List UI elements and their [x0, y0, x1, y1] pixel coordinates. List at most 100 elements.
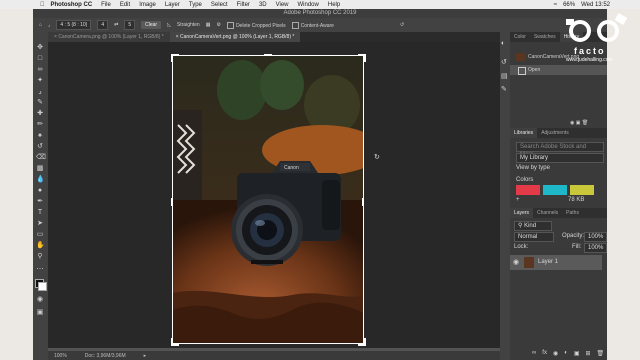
eyedropper-tool-icon[interactable]: ✎ [36, 99, 44, 107]
more-tools-icon[interactable]: ⋯ [36, 266, 44, 274]
fill-field[interactable]: 100% [584, 243, 608, 253]
crop-handle-bottom-right[interactable] [358, 338, 366, 346]
tab-layers[interactable]: Layers [510, 208, 534, 218]
color-swatch-cyan[interactable] [543, 185, 567, 195]
menu-image[interactable]: Image [139, 2, 156, 8]
camera-icon[interactable]: ▣ [576, 120, 581, 126]
opacity-field[interactable]: 100% [584, 232, 608, 242]
content-aware-checkbox[interactable]: Content-Aware [291, 21, 334, 29]
gradient-tool-icon[interactable]: ▩ [36, 165, 44, 173]
menu-window[interactable]: Window [298, 2, 319, 8]
history-brush-icon[interactable]: ↺ [36, 143, 44, 151]
crop-handle-top-right[interactable] [358, 54, 366, 62]
color-panel-icon[interactable]: ◐ [501, 40, 505, 47]
blend-mode-select[interactable]: Normal [514, 232, 554, 242]
color-swatch-red[interactable] [516, 185, 540, 195]
reset-icon[interactable]: ↺ [400, 22, 404, 28]
color-swatch-yellow[interactable] [570, 185, 594, 195]
overlay-icon[interactable]: ▦ [206, 22, 211, 28]
wifi-icon[interactable]: ≈ [554, 2, 557, 8]
menu-view[interactable]: View [276, 2, 289, 8]
link-icon[interactable]: ∞ [532, 350, 536, 358]
zoom-tool-icon[interactable]: ⚲ [36, 253, 44, 261]
apple-icon[interactable]:  [40, 2, 45, 8]
tab-channels[interactable]: Channels [533, 208, 562, 218]
pen-tool-icon[interactable]: ✒ [36, 198, 44, 206]
width-field[interactable]: 4 [97, 20, 109, 30]
folder-icon[interactable]: ▣ [574, 350, 580, 358]
crop-handle-top[interactable] [264, 54, 272, 56]
menu-file[interactable]: File [101, 2, 111, 8]
eraser-tool-icon[interactable]: ⌫ [36, 154, 46, 162]
view-by-select[interactable]: View by type [516, 164, 601, 172]
lasso-tool-icon[interactable]: ∞ [36, 66, 44, 74]
marquee-tool-icon[interactable]: □ [36, 55, 44, 63]
layer-filter-select[interactable]: ⚲ Kind [514, 221, 552, 231]
properties-panel-icon[interactable]: ▤ [501, 72, 508, 80]
delete-cropped-checkbox[interactable]: Delete Cropped Pixels [226, 21, 286, 29]
menu-3d[interactable]: 3D [259, 2, 267, 8]
hand-tool-icon[interactable]: ✋ [36, 242, 45, 250]
background-color[interactable] [38, 282, 47, 291]
crop-handle-bottom-left[interactable] [171, 338, 179, 346]
tab-adjustments[interactable]: Adjustments [537, 128, 573, 138]
history-panel-icon[interactable]: ↺ [501, 58, 507, 66]
layer-name[interactable]: Layer 1 [538, 259, 558, 265]
library-select[interactable]: My Library [516, 153, 604, 163]
tab-paths[interactable]: Paths [562, 208, 583, 218]
straighten-label[interactable]: Straighten [177, 22, 200, 28]
menu-type[interactable]: Type [189, 2, 202, 8]
blur-tool-icon[interactable]: 💧 [36, 176, 45, 184]
menu-help[interactable]: Help [328, 2, 340, 8]
new-layer-icon[interactable]: ⊞ [586, 350, 591, 358]
snapshot-icon[interactable]: ◉ [570, 120, 574, 126]
menu-select[interactable]: Select [211, 2, 228, 8]
crop-handle-right[interactable] [362, 198, 364, 206]
clear-button[interactable]: Clear [141, 21, 162, 29]
quick-mask-icon[interactable]: ◉ [36, 296, 44, 304]
crop-tool-icon[interactable]: ⌟ [48, 22, 50, 28]
home-icon[interactable]: ⌂ [39, 22, 42, 28]
tab-color[interactable]: Color [510, 32, 530, 42]
brush-panel-icon[interactable]: ✎ [501, 85, 507, 93]
trash-icon[interactable]: 🗑 [582, 120, 588, 126]
fx-icon[interactable]: fx [542, 350, 547, 358]
path-select-icon[interactable]: ➤ [36, 220, 44, 228]
mask-icon[interactable]: ◉ [553, 350, 558, 358]
clone-tool-icon[interactable]: ♠ [36, 132, 44, 140]
quick-select-tool-icon[interactable]: ✦ [36, 77, 44, 85]
crop-handle-top-left[interactable] [171, 54, 179, 62]
app-menu[interactable]: Photoshop CC [51, 2, 93, 8]
straighten-icon[interactable]: ◺ [167, 22, 171, 28]
height-field[interactable]: 5 [124, 20, 136, 30]
type-tool-icon[interactable]: T [36, 209, 44, 217]
menu-layer[interactable]: Layer [165, 2, 180, 8]
menu-filter[interactable]: Filter [237, 2, 250, 8]
brush-tool-icon[interactable]: ✏ [36, 121, 44, 129]
library-search-input[interactable]: Search Adobe Stock and More [516, 142, 604, 158]
layer-row[interactable]: ◉ Layer 1 [510, 255, 602, 270]
battery-level[interactable]: 66% [563, 2, 575, 8]
swap-icon[interactable]: ⇄ [114, 22, 118, 28]
screen-mode-icon[interactable]: ▣ [36, 309, 44, 317]
shape-tool-icon[interactable]: ▭ [36, 231, 44, 239]
add-icon[interactable]: + [516, 197, 520, 203]
clock[interactable]: Wed 13:52 [581, 2, 610, 8]
status-arrow-icon[interactable]: ▸ [144, 353, 147, 359]
crop-tool-icon[interactable]: ⌟ [36, 88, 44, 96]
colors-section-label[interactable]: Colors [516, 176, 533, 184]
tab-canoncamera[interactable]: × CanonCamera.png @ 100% (Layer 1, RGB/8… [48, 32, 170, 42]
crop-handle-left[interactable] [171, 198, 173, 206]
ratio-select[interactable]: 4 : 5 (8 : 10) [56, 20, 92, 30]
tab-canoncameravert[interactable]: × CanonCameraVert.png @ 100% (Layer 1, R… [169, 32, 301, 42]
zoom-level[interactable]: 100% [54, 353, 67, 359]
menu-edit[interactable]: Edit [120, 2, 130, 8]
settings-icon[interactable]: ⚙ [216, 22, 220, 28]
adjustment-icon[interactable]: ◐ [564, 350, 568, 358]
tab-swatches[interactable]: Swatches [530, 32, 560, 42]
move-tool-icon[interactable]: ✥ [36, 44, 44, 52]
tab-libraries[interactable]: Libraries [510, 128, 538, 138]
trash-icon[interactable]: 🗑 [597, 350, 605, 358]
document-image[interactable]: Canon [172, 55, 364, 344]
eye-icon[interactable]: ◉ [513, 258, 519, 266]
